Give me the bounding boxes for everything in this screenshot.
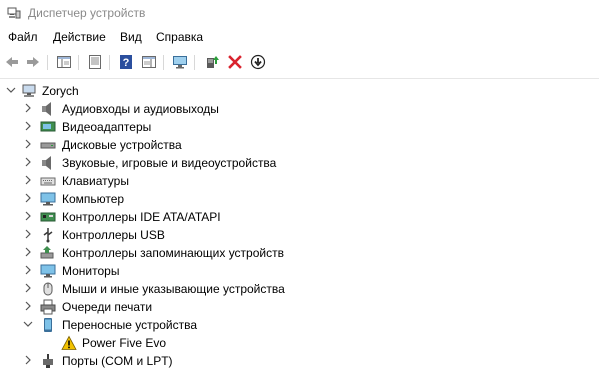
- tree-item-label: Контроллеры USB: [62, 228, 165, 242]
- chevron-right-icon[interactable]: [22, 174, 34, 186]
- menu-view[interactable]: Вид: [120, 30, 142, 44]
- tree-item-label: Мыши и иные указывающие устройства: [62, 282, 285, 296]
- warning-icon: [61, 335, 77, 350]
- window-title: Диспетчер устройств: [28, 6, 146, 20]
- mouse-icon: [43, 282, 53, 296]
- computer-icon: [40, 192, 56, 206]
- update-driver-button[interactable]: [202, 52, 222, 72]
- tree-item-label: Аудиовходы и аудиовыходы: [62, 102, 219, 116]
- action-pane-button[interactable]: [139, 52, 159, 72]
- chevron-right-icon[interactable]: [22, 192, 34, 204]
- disk-drive-icon: [40, 142, 56, 149]
- computer-root-icon: [22, 84, 36, 97]
- chevron-right-icon[interactable]: [22, 156, 34, 168]
- chevron-right-icon[interactable]: [22, 300, 34, 312]
- menu-file[interactable]: Файл: [8, 30, 38, 44]
- scan-hardware-button[interactable]: [170, 52, 190, 72]
- tree-child-item[interactable]: Power Five Evo: [0, 334, 599, 352]
- tree-item-label: Контроллеры запоминающих устройств: [62, 246, 284, 260]
- svg-text:?: ?: [123, 57, 130, 69]
- chevron-right-icon[interactable]: [22, 228, 34, 240]
- tree-item-label: Очереди печати: [62, 300, 153, 314]
- toolbar-separator: [47, 55, 48, 70]
- toolbar-separator: [78, 55, 79, 70]
- disable-device-button[interactable]: [248, 52, 268, 72]
- toolbar-separator: [194, 55, 195, 70]
- controller-icon: [40, 212, 56, 222]
- usb-icon: [43, 228, 53, 243]
- tree-item[interactable]: Дисковые устройства: [0, 136, 599, 154]
- port-icon: [43, 354, 53, 368]
- help-icon: ?: [120, 55, 132, 69]
- chevron-right-icon[interactable]: [22, 120, 34, 132]
- uninstall-icon: [228, 55, 242, 69]
- tree-item-label: Переносные устройства: [62, 318, 198, 332]
- tree-item[interactable]: Клавиатуры: [0, 172, 599, 190]
- tree-item-expanded[interactable]: Переносные устройства: [0, 316, 599, 334]
- properties-icon: [89, 55, 101, 69]
- chevron-right-icon[interactable]: [22, 102, 34, 114]
- tree-item-label: Контроллеры IDE ATA/ATAPI: [62, 210, 221, 224]
- forward-button[interactable]: [23, 52, 43, 72]
- chevron-right-icon[interactable]: [22, 354, 34, 366]
- tree-item-label: Клавиатуры: [62, 174, 129, 188]
- chevron-down-icon[interactable]: [5, 84, 17, 96]
- printer-icon: [40, 299, 56, 315]
- menu-action[interactable]: Действие: [53, 30, 106, 44]
- speaker-icon: [42, 102, 51, 116]
- tree-item[interactable]: Компьютер: [0, 190, 599, 208]
- tree-item-label: Мониторы: [62, 264, 120, 278]
- toolbar-separator: [109, 55, 110, 70]
- chevron-right-icon[interactable]: [22, 246, 34, 258]
- chevron-right-icon[interactable]: [22, 264, 34, 276]
- speaker-icon: [42, 156, 51, 170]
- toolbar-divider: [0, 78, 599, 79]
- uninstall-device-button[interactable]: [225, 52, 245, 72]
- tree-item-label: Power Five Evo: [82, 336, 167, 350]
- title-bar: Диспетчер устройств: [0, 0, 599, 28]
- tree-item[interactable]: Звуковые, игровые и видеоустройства: [0, 154, 599, 172]
- tree-item-label: Видеоадаптеры: [62, 120, 152, 134]
- monitor-icon: [40, 264, 56, 278]
- tree-item[interactable]: Видеоадаптеры: [0, 118, 599, 136]
- tree-item[interactable]: Очереди печати: [0, 298, 599, 316]
- display-adapter-icon: [40, 121, 56, 132]
- toolbar-separator: [163, 55, 164, 70]
- forward-icon: [27, 57, 39, 67]
- tree-root-label: Zorych: [42, 84, 79, 98]
- tree-item-label: Звуковые, игровые и видеоустройства: [62, 156, 277, 170]
- toolbar: ?: [0, 52, 599, 74]
- device-manager-icon: [7, 7, 21, 19]
- chevron-right-icon[interactable]: [22, 282, 34, 294]
- back-icon: [6, 57, 18, 67]
- update-driver-icon: [207, 56, 219, 68]
- tree-item[interactable]: Аудиовходы и аудиовыходы: [0, 100, 599, 118]
- scan-hardware-icon: [173, 56, 187, 69]
- storage-controller-icon: [40, 246, 54, 259]
- action-pane-icon: [142, 56, 156, 68]
- tree-item-label: Порты (COM и LPT): [62, 354, 173, 368]
- show-hide-console-tree-icon: [57, 56, 71, 68]
- tree-item-label: Компьютер: [62, 192, 125, 206]
- portable-device-icon: [44, 318, 52, 332]
- tree-item[interactable]: Контроллеры IDE ATA/ATAPI: [0, 208, 599, 226]
- back-button[interactable]: [2, 52, 22, 72]
- help-button[interactable]: ?: [116, 52, 136, 72]
- chevron-right-icon[interactable]: [22, 138, 34, 150]
- menu-help[interactable]: Справка: [156, 30, 203, 44]
- chevron-right-icon[interactable]: [22, 210, 34, 222]
- show-hide-tree-button[interactable]: [54, 52, 74, 72]
- disable-device-icon: [250, 54, 266, 70]
- menu-bar: Файл Действие Вид Справка: [0, 30, 599, 48]
- properties-button[interactable]: [85, 52, 105, 72]
- tree-item[interactable]: Контроллеры USB: [0, 226, 599, 244]
- tree-item[interactable]: Контроллеры запоминающих устройств: [0, 244, 599, 262]
- chevron-down-icon[interactable]: [22, 318, 34, 330]
- tree-root[interactable]: Zorych: [0, 82, 599, 100]
- tree-item-label: Дисковые устройства: [62, 138, 182, 152]
- tree-item[interactable]: Мыши и иные указывающие устройства: [0, 280, 599, 298]
- tree-item[interactable]: Мониторы: [0, 262, 599, 280]
- tree-item[interactable]: Порты (COM и LPT): [0, 352, 599, 370]
- keyboard-icon: [40, 177, 56, 186]
